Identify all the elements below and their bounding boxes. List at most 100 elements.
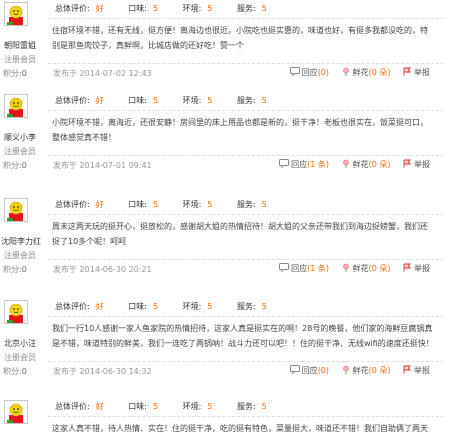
overall-label: 总体评价:: [55, 402, 90, 411]
service-value: 5: [261, 4, 267, 13]
review-actions: 回应 (1 条) 鲜花 (0 朵) 举报: [270, 263, 430, 274]
user-points: 积分:0: [3, 69, 27, 78]
user-points: 积分:0: [3, 265, 27, 274]
user-name[interactable]: 沈阳李力红: [1, 236, 41, 247]
reply-button[interactable]: 回应 (0): [289, 67, 329, 78]
divider: [48, 214, 444, 215]
overall-value: 好: [95, 302, 104, 311]
flower-icon: [341, 365, 353, 376]
review-text: 我们一行10人感谢一家人鱼家院的热情招待，这家人真是挺实在的啊！28号的晚餐，他…: [52, 324, 434, 348]
ratings-row: 总体评价: 好 口味: 5 环境: 5 服务: 5: [55, 401, 289, 412]
user-level: 注册会员: [4, 353, 36, 362]
env-label: 环境:: [182, 96, 202, 105]
flower-button[interactable]: 鲜花 (0 朵): [341, 67, 390, 78]
service-value: 5: [261, 96, 267, 105]
review-text: 小院环境不错，离海近，还很安静！房间里的床上用品也都是新的，挺干净！老板也很实在…: [52, 118, 428, 142]
avatar[interactable]: [4, 198, 28, 222]
flower-button[interactable]: 鲜花 (0 朵): [341, 365, 390, 376]
overall-value: 好: [95, 200, 104, 209]
service-value: 5: [261, 302, 267, 311]
service-label: 服务:: [236, 200, 256, 209]
review-meta: 发布于 2014-07-02 12:43 回应 (0) 鲜花 (0 朵) 举报: [48, 67, 444, 82]
taste-label: 口味:: [128, 302, 147, 311]
env-value: 5: [207, 302, 213, 311]
taste-value: 5: [152, 302, 159, 311]
flower-button[interactable]: 鲜花 (0 朵): [341, 263, 390, 274]
report-button[interactable]: 举报: [402, 263, 430, 274]
service-label: 服务:: [236, 302, 256, 311]
env-label: 环境:: [182, 200, 202, 209]
report-icon: [402, 67, 414, 78]
publish-date: 发布于 2014-06-30 20:21: [53, 265, 152, 274]
divider: [48, 155, 444, 156]
env-value: 5: [207, 4, 213, 13]
service-label: 服务:: [236, 96, 256, 105]
review-actions: 回应 (1 条) 鲜花 (0 朵) 举报: [270, 159, 430, 170]
taste-value: 5: [152, 402, 159, 411]
flower-icon: [341, 263, 353, 274]
publish-date: 发布于 2014-07-02 12:43: [53, 69, 152, 78]
ratings-row: 总体评价: 好 口味: 5 环境: 5 服务: 5: [55, 3, 289, 14]
reply-button[interactable]: 回应 (1 条): [279, 159, 329, 170]
reply-icon: [289, 365, 302, 376]
ratings-row: 总体评价: 好 口味: 5 环境: 5 服务: 5: [55, 95, 289, 106]
taste-label: 口味:: [128, 200, 147, 209]
env-label: 环境:: [182, 302, 202, 311]
avatar[interactable]: [4, 2, 28, 26]
divider: [48, 18, 444, 19]
ratings-row: 总体评价: 好 口味: 5 环境: 5 服务: 5: [55, 199, 289, 210]
user-level: 注册会员: [4, 55, 36, 64]
report-icon: [402, 263, 414, 274]
service-label: 服务:: [236, 4, 256, 13]
overall-label: 总体评价:: [55, 200, 90, 209]
report-button[interactable]: 举报: [402, 365, 430, 376]
ratings-row: 总体评价: 好 口味: 5 环境: 5 服务: 5: [55, 301, 289, 312]
avatar[interactable]: [4, 300, 28, 324]
divider: [48, 63, 444, 64]
review-actions: 回应 (0) 鲜花 (0 朵) 举报: [281, 67, 430, 78]
reply-button[interactable]: 回应 (1 条): [279, 263, 329, 274]
overall-value: 好: [95, 402, 104, 411]
service-value: 5: [261, 200, 267, 209]
flower-icon: [341, 67, 353, 78]
publish-date: 发布于 2014-07-01 09:41: [53, 161, 152, 170]
avatar[interactable]: [4, 94, 28, 118]
flower-icon: [341, 159, 353, 170]
taste-label: 口味:: [128, 4, 147, 13]
report-button[interactable]: 举报: [402, 67, 430, 78]
user-points: 积分:0: [3, 161, 27, 170]
user-points: 积分:0: [3, 367, 27, 376]
taste-label: 口味:: [128, 96, 147, 105]
user-name[interactable]: 顺义小李: [1, 132, 39, 143]
review-actions: 回应 (0) 鲜花 (0 朵) 举报: [281, 365, 430, 376]
review-meta: 发布于 2014-06-30 14:32 回应 (0) 鲜花 (0 朵) 举报: [48, 365, 444, 380]
user-name[interactable]: 朝阳雷姐: [1, 40, 39, 51]
review-meta: 发布于 2014-06-30 20:21 回应 (1 条) 鲜花 (0 朵) 举报: [48, 263, 444, 278]
reply-button[interactable]: 回应 (0): [289, 365, 329, 376]
reply-icon: [279, 263, 291, 274]
divider: [48, 416, 444, 417]
taste-value: 5: [152, 96, 159, 105]
taste-label: 口味:: [128, 402, 147, 411]
reply-icon: [289, 67, 302, 78]
env-value: 5: [207, 96, 213, 105]
report-icon: [402, 159, 414, 170]
avatar[interactable]: [4, 400, 28, 424]
overall-value: 好: [95, 96, 104, 105]
report-button[interactable]: 举报: [402, 159, 430, 170]
flower-button[interactable]: 鲜花 (0 朵): [341, 159, 390, 170]
env-value: 5: [207, 402, 213, 411]
divider: [48, 316, 444, 317]
overall-label: 总体评价:: [55, 302, 90, 311]
env-label: 环境:: [182, 402, 202, 411]
user-name[interactable]: 北京小汪: [1, 338, 39, 349]
service-label: 服务:: [236, 402, 256, 411]
service-value: 5: [261, 402, 267, 411]
divider: [48, 361, 444, 362]
publish-date: 发布于 2014-06-30 14:32: [53, 367, 152, 376]
overall-value: 好: [95, 4, 104, 13]
taste-value: 5: [152, 200, 159, 209]
taste-value: 5: [152, 4, 159, 13]
overall-label: 总体评价:: [55, 4, 90, 13]
reply-icon: [279, 159, 291, 170]
